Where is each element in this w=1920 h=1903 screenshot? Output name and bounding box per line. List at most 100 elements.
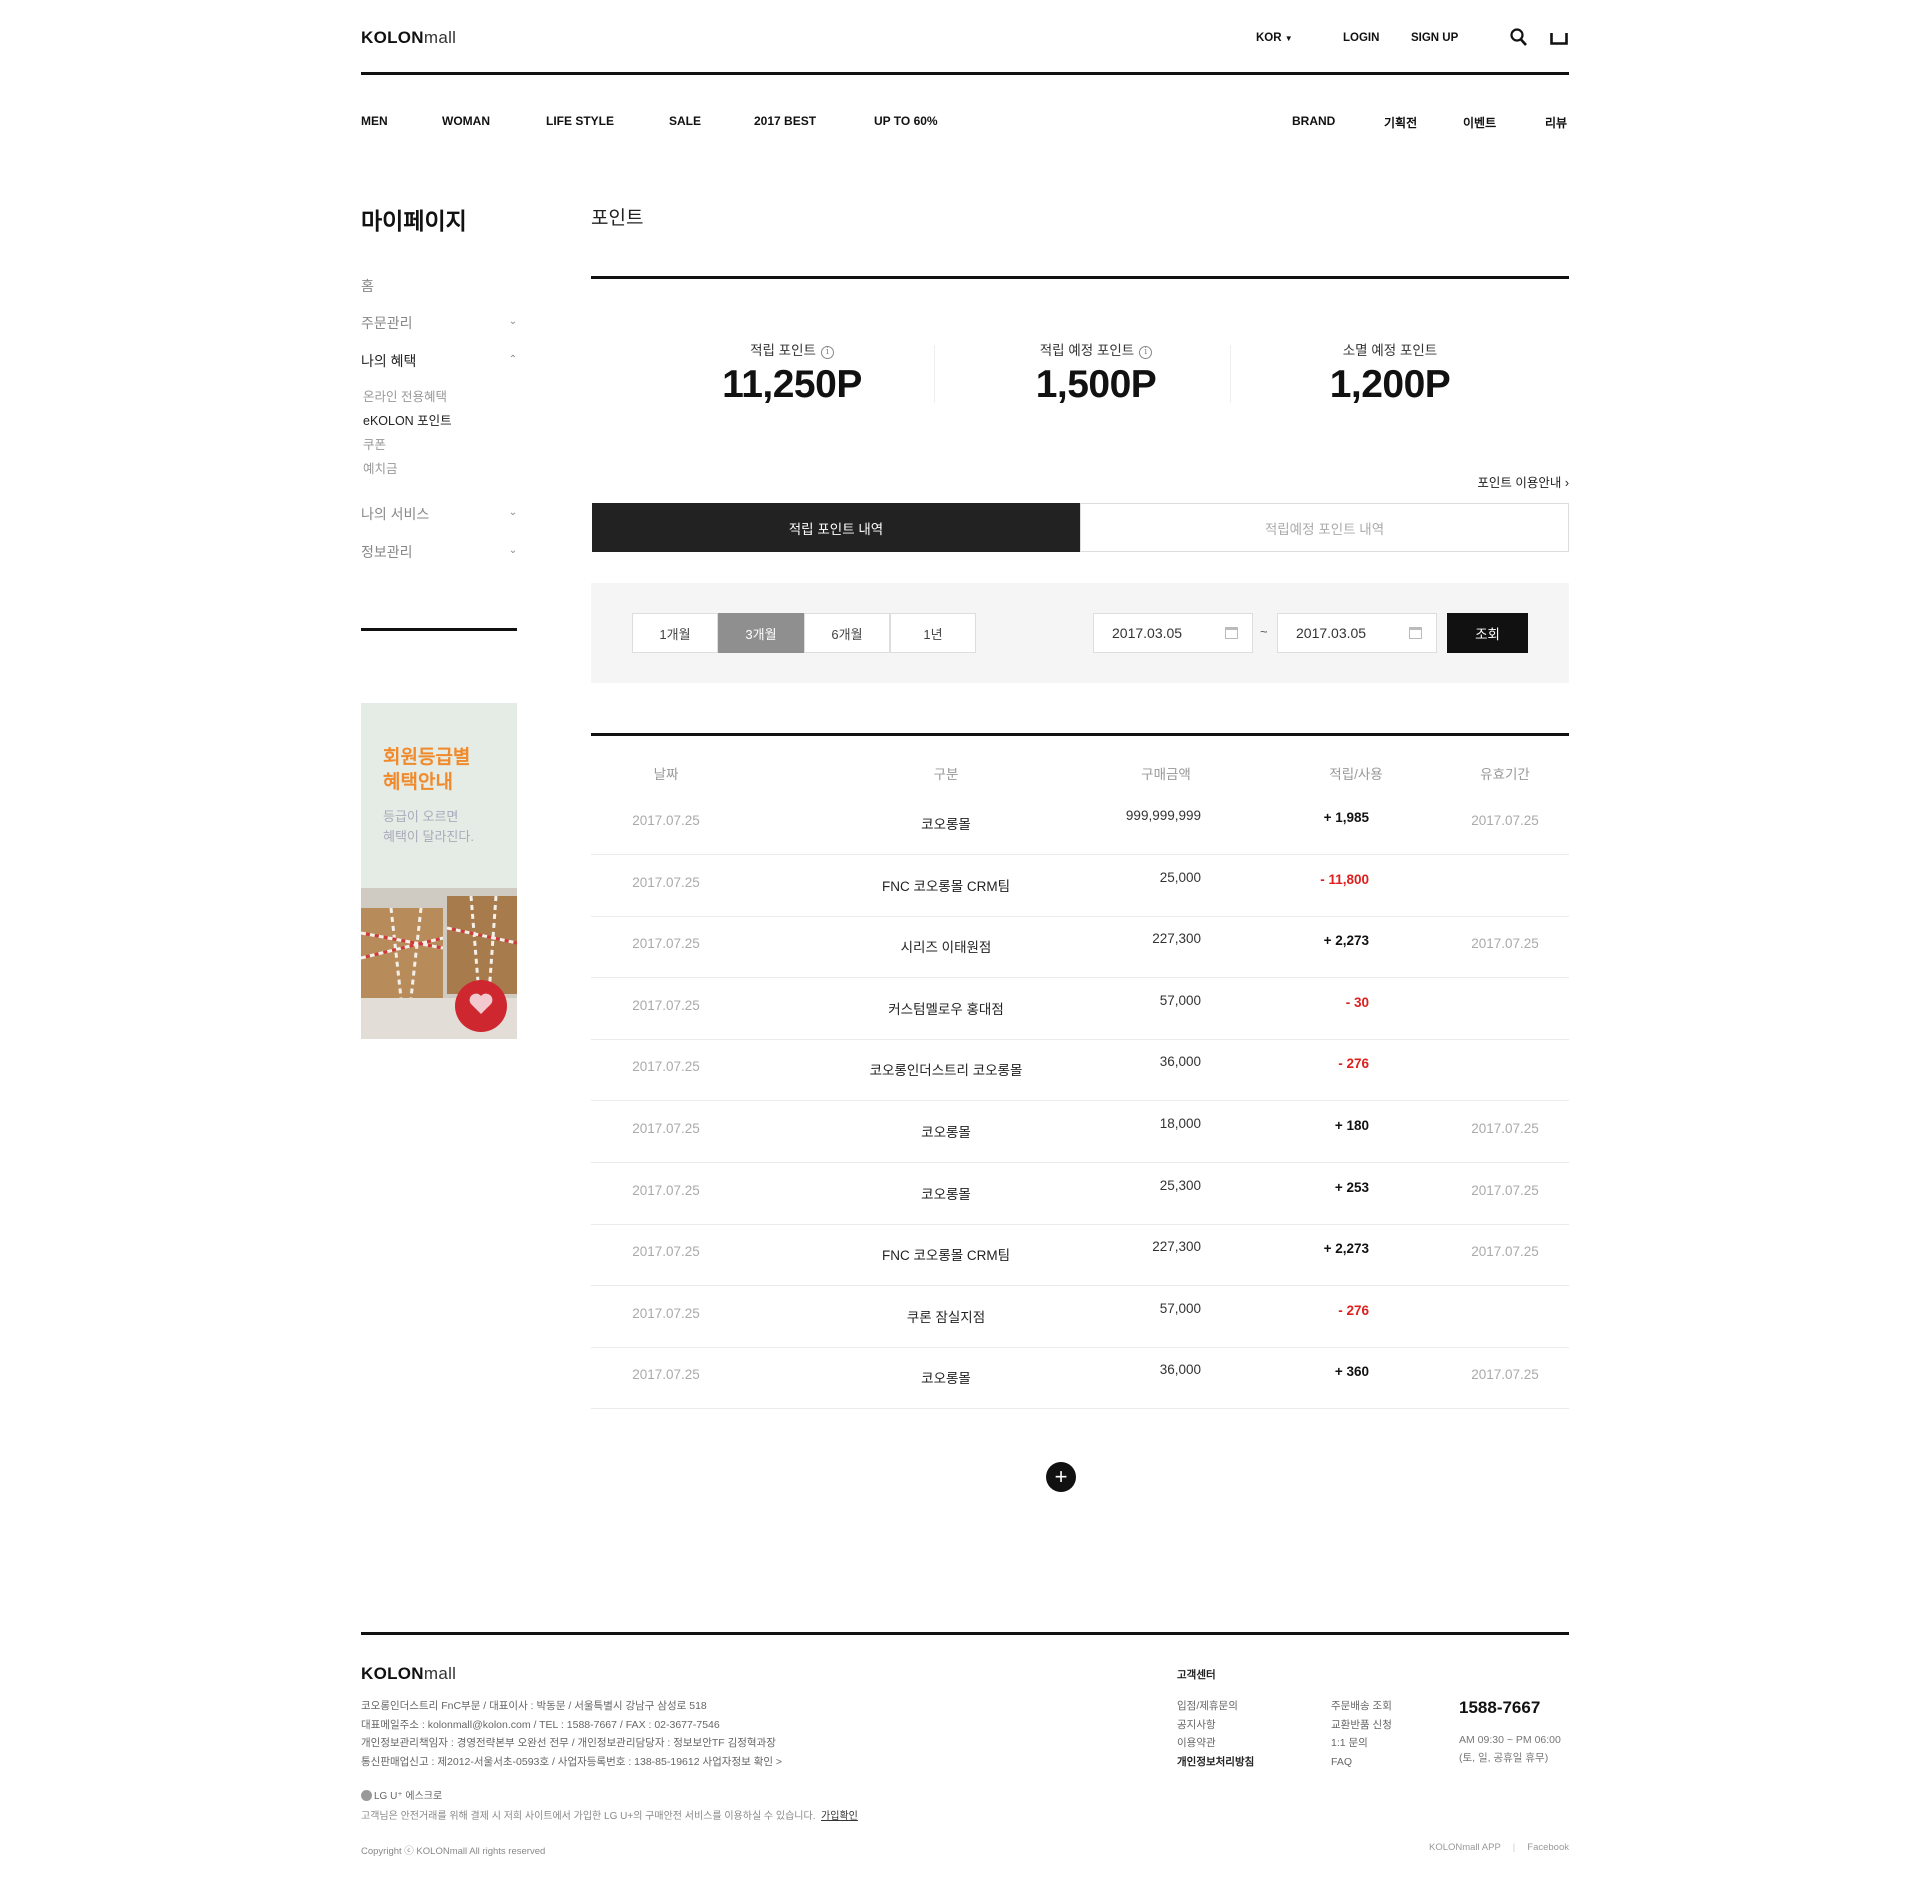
sidebar-item-service[interactable]: 나의 서비스 (361, 504, 429, 524)
cs-hours-line: (토, 일, 공휴일 휴무) (1459, 1752, 1549, 1764)
period-6-months[interactable]: 6개월 (804, 613, 890, 653)
gnb-2017-best[interactable]: 2017 BEST (754, 114, 816, 128)
caret-down-icon: ▼ (1284, 34, 1293, 43)
date-to-input[interactable]: 2017.03.05 (1277, 613, 1437, 653)
company-info: 코오롱인더스트리 FnC부문 / 대표이사 : 박동문 / 서울특별시 강남구 … (361, 1697, 782, 1771)
membership-banner[interactable]: 회원등급별 혜택안내 등급이 오르면 혜택이 달라진다. (361, 703, 517, 1039)
cs-link-privacy[interactable]: 개인정보처리방침 (1177, 1753, 1254, 1772)
period-1-year[interactable]: 1년 (890, 613, 976, 653)
sidebar-item-order[interactable]: 주문관리 (361, 313, 413, 333)
cs-link-notice[interactable]: 공지사항 (1177, 1716, 1254, 1735)
lgu-escrow-logo: LG U⁺ 에스크로 (361, 1787, 442, 1802)
chevron-down-icon[interactable]: ⌄ (507, 545, 519, 556)
cell-type: FNC 코오롱몰 CRM팀 (881, 1248, 1011, 1263)
gnb-review[interactable]: 리뷰 (1545, 114, 1567, 131)
cell-expiry: 2017.07.25 (1471, 1121, 1539, 1136)
cell-amount: 57,000 (1159, 1301, 1201, 1316)
gnb-brand[interactable]: BRAND (1292, 114, 1335, 128)
gnb-sale[interactable]: SALE (669, 114, 701, 128)
summary-divider (934, 345, 935, 403)
gnb-lifestyle[interactable]: LIFE STYLE (546, 114, 614, 128)
header-divider (361, 72, 1569, 75)
calendar-icon[interactable] (1409, 627, 1422, 639)
info-icon[interactable]: i (820, 346, 834, 359)
chevron-down-icon[interactable]: ⌄ (507, 316, 519, 327)
cell-expiry: 2017.07.25 (1471, 1183, 1539, 1198)
site-logo[interactable]: KOLONmall (361, 28, 456, 48)
sidebar-item-benefit[interactable]: 나의 혜택 (361, 351, 416, 371)
footer-logo[interactable]: KOLONmall (361, 1664, 456, 1684)
col-header-type: 구분 (933, 767, 959, 782)
gnb-up-to-60[interactable]: UP TO 60% (874, 114, 938, 128)
sidebar-sub-online-benefit[interactable]: 온라인 전용혜택 (363, 386, 447, 405)
banner-desc-line: 등급이 오르면 (383, 809, 459, 824)
search-icon[interactable] (1510, 28, 1528, 48)
facebook-link[interactable]: Facebook (1527, 1842, 1569, 1853)
cell-date: 2017.07.25 (632, 998, 700, 1013)
cell-amount: 25,300 (1159, 1178, 1201, 1193)
cell-type: 커스텀멜로우 홍대점 (888, 1002, 1004, 1017)
login-link[interactable]: LOGIN (1343, 32, 1379, 44)
tab-earned-history[interactable]: 적립 포인트 내역 (592, 503, 1080, 552)
sidebar-item-info[interactable]: 정보관리 (361, 542, 413, 562)
cell-amount: 999,999,999 (1125, 808, 1201, 823)
chevron-up-icon[interactable]: ⌃ (507, 354, 519, 365)
chevron-right-icon: › (1564, 476, 1569, 490)
summary-label-text: 적립 예정 포인트 (1039, 343, 1135, 358)
info-icon[interactable]: i (1139, 346, 1153, 359)
sidebar-sub-ekolon-point[interactable]: eKOLON 포인트 (363, 410, 452, 429)
period-3-months[interactable]: 3개월 (718, 613, 804, 653)
banner-title-line: 혜택안내 (383, 772, 453, 793)
table-row: 2017.07.25 커스텀멜로우 홍대점 57,000 - 30 (591, 979, 1569, 1040)
cell-amount: 227,300 (1152, 1239, 1201, 1254)
gift-box-image (361, 888, 517, 1039)
col-header-date: 날짜 (653, 767, 679, 782)
point-guide-link[interactable]: 포인트 이용안내 › (1477, 472, 1569, 491)
business-info-link[interactable]: 통신판매업신고 : 제2012-서울서초-0593호 / 사업자등록번호 : 1… (361, 1753, 782, 1772)
cs-link-faq[interactable]: FAQ (1331, 1753, 1392, 1772)
chevron-down-icon[interactable]: ⌄ (507, 507, 519, 518)
gnb-exhibition[interactable]: 기획전 (1384, 114, 1417, 131)
sidebar-item-home[interactable]: 홈 (361, 276, 374, 296)
app-link[interactable]: KOLONmall APP (1429, 1842, 1501, 1853)
earned-points-label: 적립 포인트 i (684, 339, 900, 359)
cell-type: FNC 코오롱몰 CRM팀 (881, 879, 1011, 894)
gnb-event[interactable]: 이벤트 (1463, 114, 1496, 131)
cell-points: + 2,273 (1323, 1241, 1369, 1256)
tab-expected-history[interactable]: 적립예정 포인트 내역 (1080, 503, 1569, 552)
sidebar-sub-coupon[interactable]: 쿠폰 (363, 434, 386, 453)
point-guide-label: 포인트 이용안내 (1477, 476, 1562, 490)
cell-points: + 180 (1334, 1118, 1369, 1133)
cs-link-terms[interactable]: 이용약관 (1177, 1734, 1254, 1753)
date-from-input[interactable]: 2017.03.05 (1093, 613, 1253, 653)
escrow-check-link[interactable]: 가입확인 (821, 1811, 858, 1822)
sidebar-title: 마이페이지 (361, 208, 467, 234)
cell-expiry: 2017.07.25 (1471, 1244, 1539, 1259)
cell-points: + 253 (1334, 1180, 1369, 1195)
signup-link[interactable]: SIGN UP (1411, 32, 1458, 44)
banner-title-line: 회원등급별 (383, 747, 471, 768)
cell-type: 코오롱몰 (921, 1187, 971, 1202)
cs-link-exchange-return[interactable]: 교환반품 신청 (1331, 1716, 1392, 1735)
cs-link-partnership[interactable]: 입점/제휴문의 (1177, 1697, 1254, 1716)
cs-link-order-tracking[interactable]: 주문배송 조회 (1331, 1697, 1392, 1716)
gnb-women[interactable]: WOMAN (442, 114, 490, 128)
cell-points: - 11,800 (1320, 872, 1369, 887)
load-more-button[interactable]: + (1046, 1462, 1076, 1492)
search-button[interactable]: 조회 (1447, 613, 1528, 653)
banner-title: 회원등급별혜택안내 (383, 745, 470, 795)
cell-date: 2017.07.25 (632, 1183, 700, 1198)
date-separator: ~ (1260, 624, 1268, 639)
calendar-icon[interactable] (1225, 627, 1238, 639)
period-1-month[interactable]: 1개월 (632, 613, 718, 653)
page-title: 포인트 (591, 208, 644, 229)
cell-date: 2017.07.25 (632, 1059, 700, 1074)
gnb-men[interactable]: MEN (361, 114, 388, 128)
cell-type: 코오롱인더스트리 코오롱몰 (869, 1063, 1023, 1078)
shopping-bag-icon[interactable] (1550, 30, 1568, 46)
table-row: 2017.07.25 FNC 코오롱몰 CRM팀 25,000 - 11,800 (591, 856, 1569, 917)
language-select[interactable]: KOR ▼ (1256, 32, 1293, 44)
sidebar-sub-deposit[interactable]: 예치금 (363, 458, 398, 477)
cell-amount: 57,000 (1159, 993, 1201, 1008)
cs-link-inquiry[interactable]: 1:1 문의 (1331, 1734, 1392, 1753)
